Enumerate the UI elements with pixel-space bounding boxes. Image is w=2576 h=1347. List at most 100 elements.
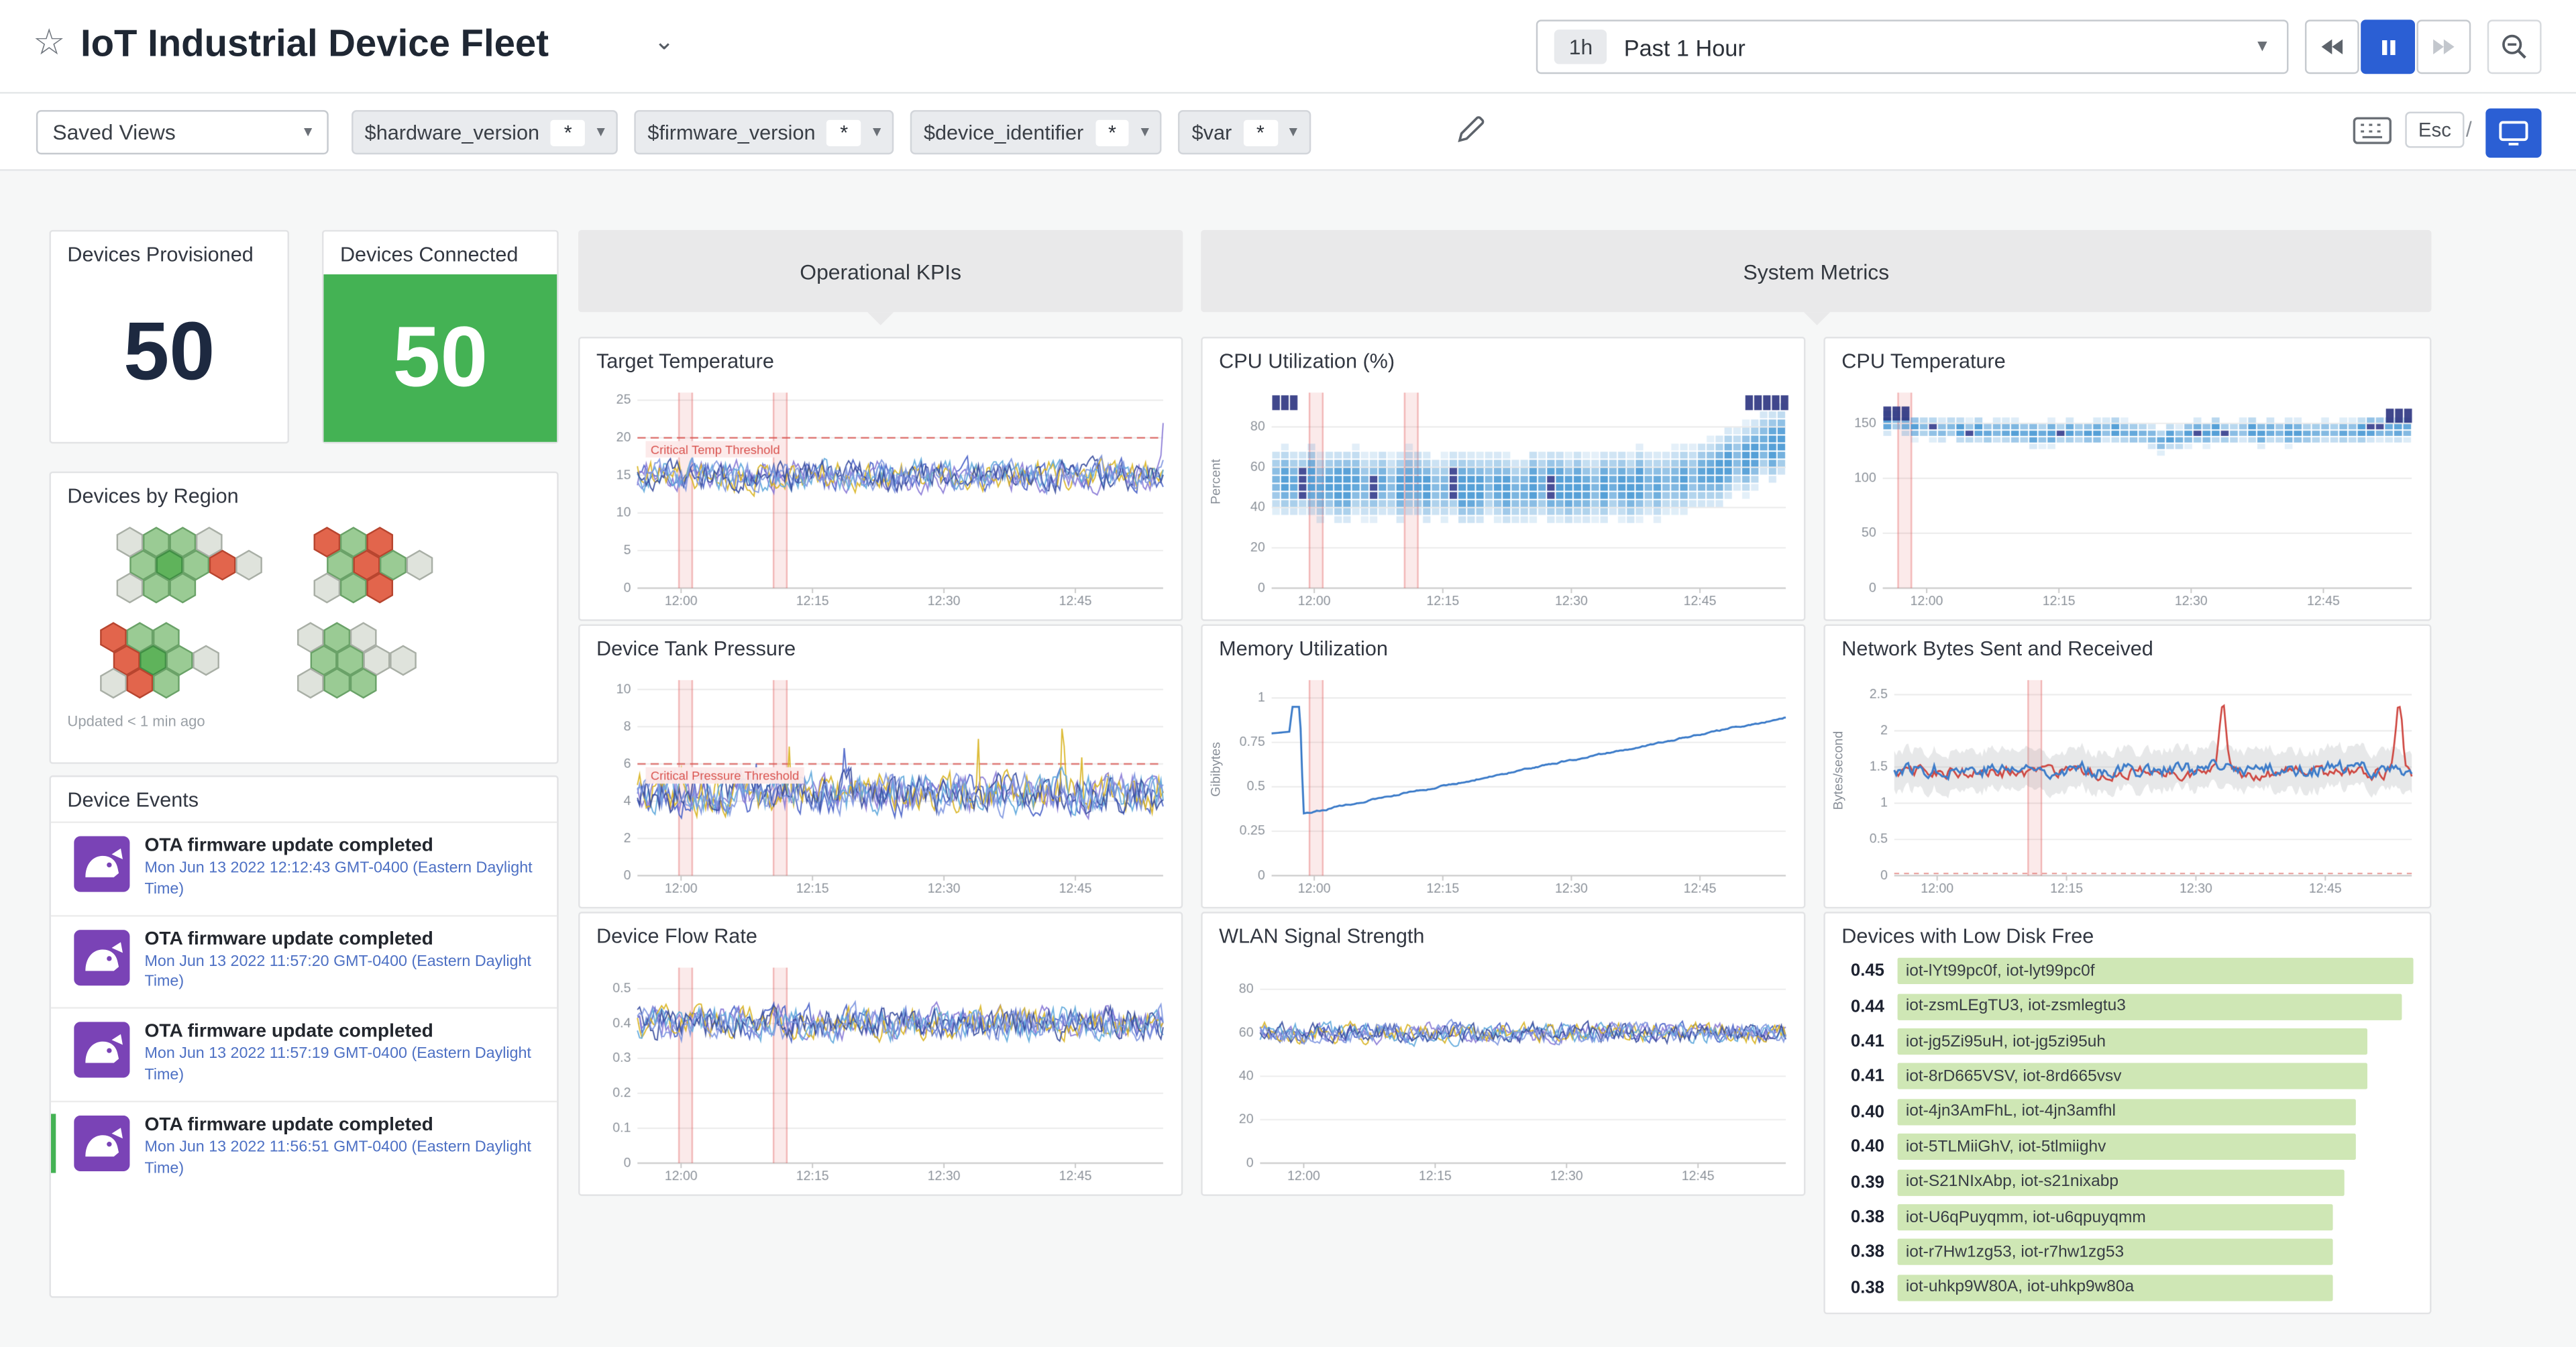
chevron-down-icon[interactable]: ▾ [1289,123,1297,142]
region-hex[interactable] [144,574,168,602]
region-hex[interactable] [117,574,142,602]
cpu-temperature-chart[interactable] [1829,376,2426,616]
edit-pencil-icon[interactable] [1456,115,1485,144]
toplist-row[interactable]: 0.44iot-zsmLEgTU3, iot-zsmlegtu3 [1838,991,2413,1022]
toplist-row[interactable]: 0.38iot-uhkp9W80A, iot-uhkp9w80a [1838,1273,2413,1303]
region-hex[interactable] [193,646,218,675]
updated-label: Updated < 1 min ago [67,713,205,729]
region-hex[interactable] [325,669,350,698]
region-hex[interactable] [341,528,366,557]
region-hex[interactable] [351,669,376,698]
memory-utilization-chart[interactable] [1206,663,1801,904]
time-preset-chip[interactable]: 1h [1554,30,1608,64]
group-operational-kpis[interactable]: Operational KPIs [578,230,1183,312]
toplist-label: iot-uhkp9W80A, iot-uhkp9w80a [1906,1279,2134,1297]
template-var-hardware_version[interactable]: $hardware_version*▾ [352,110,618,154]
toplist-label: iot-r7Hw1zg53, iot-r7hw1zg53 [1906,1244,2124,1262]
toplist-row[interactable]: 0.38iot-r7Hw1zg53, iot-r7hw1zg53 [1838,1238,2413,1268]
region-hex[interactable] [117,528,142,557]
dashboard-title-menu-icon[interactable]: ⌄ [654,26,675,56]
template-var-device_identifier[interactable]: $device_identifier*▾ [910,110,1162,154]
toplist-row[interactable]: 0.41iot-jg5Zi95uH, iot-jg5zi95uh [1838,1026,2413,1057]
chart-card-memory-utilization: Memory Utilization Gibibytes [1201,625,1805,909]
dashboard-header: ☆ IoT Industrial Device Fleet ⌄ 1h Past … [0,0,2576,94]
region-hex[interactable] [390,646,415,675]
template-var-value[interactable]: * [827,119,861,146]
fast-forward-button[interactable] [2416,19,2471,74]
region-hex[interactable] [368,574,392,602]
toplist-value: 0.41 [1838,1067,1884,1086]
group-system-metrics[interactable]: System Metrics [1201,230,2431,312]
chart-card-cpu-temperature: CPU Temperature [1823,337,2431,621]
pause-icon [2378,37,2398,56]
template-var-value[interactable]: * [551,119,585,146]
region-hex[interactable] [407,551,432,580]
chevron-down-icon[interactable]: ▾ [1141,123,1149,142]
region-hex[interactable] [341,574,366,602]
toplist-value: 0.41 [1838,1032,1884,1051]
region-hex[interactable] [154,669,178,698]
toplist-bar: iot-S21NIxAbp, iot-s21nixabp [1898,1169,2345,1195]
rewind-button[interactable] [2305,19,2359,74]
toplist-row[interactable]: 0.45iot-lYt99pc0f, iot-lyt99pc0f [1838,956,2413,986]
flow-rate-chart[interactable] [583,951,1178,1191]
group-tail [867,312,894,325]
region-hex[interactable] [101,623,125,652]
event-title: OTA firmware update completed [145,1022,541,1042]
wlan-signal-chart[interactable] [1206,951,1801,1191]
favorite-star-icon[interactable]: ☆ [33,21,65,64]
toplist-row[interactable]: 0.41iot-8rD665VSV, iot-8rd665vsv [1838,1062,2413,1092]
region-hex[interactable] [298,623,323,652]
target-temperature-chart[interactable] [583,376,1178,616]
toplist-row[interactable]: 0.38iot-U6qPuyqmm, iot-u6qpuyqmm [1838,1202,2413,1232]
toplist-row[interactable]: 0.40iot-5TLMiiGhV, iot-5tlmiighv [1838,1132,2413,1162]
event-row[interactable]: OTA firmware update completedMon Jun 13 … [51,1101,557,1194]
chart-title: Target Temperature [580,338,1181,372]
zoom-out-button[interactable] [2487,19,2542,74]
region-hex[interactable] [315,528,339,557]
group-label: System Metrics [1743,259,1890,284]
template-var-firmware_version[interactable]: $firmware_version*▾ [635,110,894,154]
region-hex[interactable] [170,574,195,602]
region-hex[interactable] [197,528,221,557]
event-row[interactable]: OTA firmware update completedMon Jun 13 … [51,821,557,914]
event-row[interactable]: OTA firmware update completedMon Jun 13 … [51,914,557,1008]
region-hex[interactable] [170,528,195,557]
toplist-row[interactable]: 0.40iot-4jn3AmFhL, iot-4jn3amfhl [1838,1097,2413,1127]
region-hex[interactable] [298,669,323,698]
template-var-value[interactable]: * [1095,119,1129,146]
chart-card-wlan-signal: WLAN Signal Strength [1201,912,1805,1196]
rewind-icon [2320,38,2345,56]
region-hex[interactable] [236,551,261,580]
chart-card-target-temperature: Target Temperature [578,337,1183,621]
region-hex[interactable] [368,528,392,557]
template-var-var[interactable]: $var*▾ [1179,110,1310,154]
saved-views-select[interactable]: Saved Views ▾ [36,110,329,154]
region-hexmap[interactable] [51,519,560,713]
tv-mode-button[interactable] [2485,109,2541,158]
chart-title: Network Bytes Sent and Received [1825,626,2430,660]
toplist-row[interactable]: 0.39iot-S21NIxAbp, iot-s21nixabp [1838,1167,2413,1197]
toplist-bar: iot-5TLMiiGhV, iot-5tlmiighv [1898,1134,2357,1160]
template-var-value[interactable]: * [1243,119,1277,146]
region-hex[interactable] [144,528,168,557]
chevron-down-icon[interactable]: ▾ [873,123,881,142]
chevron-down-icon: ▾ [304,123,312,142]
chevron-down-icon[interactable]: ▼ [2254,38,2270,56]
toplist-value: 0.38 [1838,1207,1884,1227]
keyboard-icon[interactable] [2353,117,2392,145]
network-bytes-chart[interactable] [1829,663,2426,904]
chevron-down-icon[interactable]: ▾ [596,123,604,142]
region-hex[interactable] [127,669,152,698]
region-hex[interactable] [210,551,235,580]
chart-card-flow-rate: Device Flow Rate [578,912,1183,1196]
event-row[interactable]: OTA firmware update completedMon Jun 13 … [51,1008,557,1101]
cpu-utilization-chart[interactable] [1206,376,1801,616]
region-hex[interactable] [315,574,339,602]
toplist-value: 0.40 [1838,1102,1884,1122]
tank-pressure-chart[interactable] [583,663,1178,904]
region-hex[interactable] [101,669,125,698]
time-range-picker[interactable]: 1h Past 1 Hour ▼ [1536,19,2289,74]
pause-button[interactable] [2361,19,2415,74]
filter-bar: Saved Views ▾ $hardware_version*▾$firmwa… [0,94,2576,171]
